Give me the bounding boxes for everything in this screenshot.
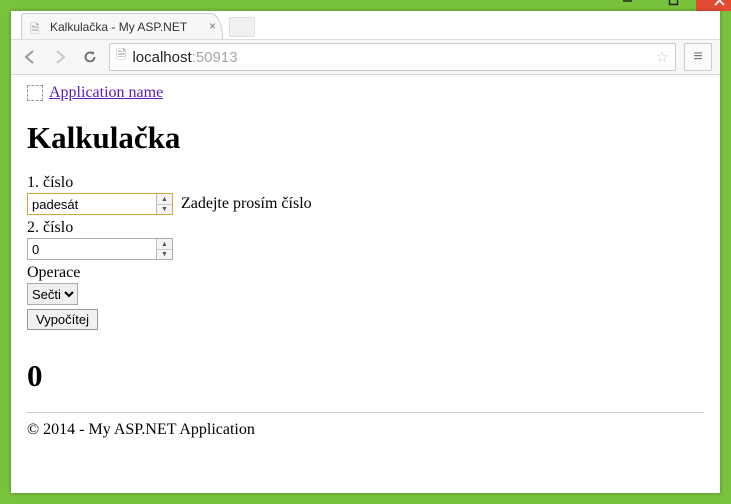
chevron-up-icon[interactable]: ▲ bbox=[157, 239, 172, 250]
input-num2[interactable] bbox=[27, 238, 173, 260]
chevron-up-icon[interactable]: ▲ bbox=[157, 194, 172, 205]
operation-select[interactable]: Sečti bbox=[27, 283, 78, 305]
bookmark-star-icon[interactable]: ☆ bbox=[656, 48, 669, 66]
error-num1: Zadejte prosím číslo bbox=[181, 195, 312, 213]
page-content: Application name Kalkulačka 1. číslo ▲▼ … bbox=[11, 75, 720, 493]
url-rest: :50913 bbox=[192, 49, 238, 66]
window-close-button[interactable] bbox=[696, 0, 731, 11]
tab-title: Kalkulačka - My ASP.NET bbox=[50, 20, 187, 34]
label-num2: 2. číslo bbox=[27, 219, 704, 237]
tab-close-icon[interactable]: × bbox=[209, 19, 216, 33]
window-minimize-button[interactable] bbox=[604, 0, 650, 11]
broken-image-icon bbox=[27, 85, 43, 101]
page-icon: 🗎 bbox=[30, 20, 44, 34]
label-num1: 1. číslo bbox=[27, 174, 704, 192]
submit-button[interactable]: Vypočítej bbox=[27, 309, 98, 330]
chevron-down-icon[interactable]: ▼ bbox=[157, 205, 172, 215]
spinner-num1[interactable]: ▲▼ bbox=[156, 194, 172, 214]
footer-text: © 2014 - My ASP.NET Application bbox=[27, 421, 704, 439]
appname-link[interactable]: Application name bbox=[49, 84, 163, 102]
browser-tab[interactable]: 🗎 Kalkulačka - My ASP.NET × bbox=[21, 13, 223, 39]
tab-strip: 🗎 Kalkulačka - My ASP.NET × bbox=[11, 11, 720, 40]
browser-menu-button[interactable]: ≡ bbox=[684, 43, 712, 71]
spinner-num2[interactable]: ▲▼ bbox=[156, 239, 172, 259]
forward-button[interactable] bbox=[49, 46, 71, 68]
new-tab-button[interactable] bbox=[229, 17, 255, 37]
window-maximize-button[interactable] bbox=[650, 0, 696, 11]
reload-button[interactable] bbox=[79, 46, 101, 68]
url-host: localhost bbox=[132, 49, 191, 66]
footer-divider bbox=[27, 412, 704, 413]
input-num1[interactable] bbox=[27, 193, 173, 215]
page-title: Kalkulačka bbox=[27, 120, 704, 156]
site-icon: 🗎 bbox=[116, 46, 126, 68]
back-button[interactable] bbox=[19, 46, 41, 68]
toolbar: 🗎 localhost:50913 ☆ ≡ bbox=[11, 40, 720, 75]
result-value: 0 bbox=[27, 358, 704, 394]
label-operation: Operace bbox=[27, 264, 704, 282]
chevron-down-icon[interactable]: ▼ bbox=[157, 250, 172, 260]
address-bar[interactable]: 🗎 localhost:50913 ☆ bbox=[109, 43, 676, 71]
